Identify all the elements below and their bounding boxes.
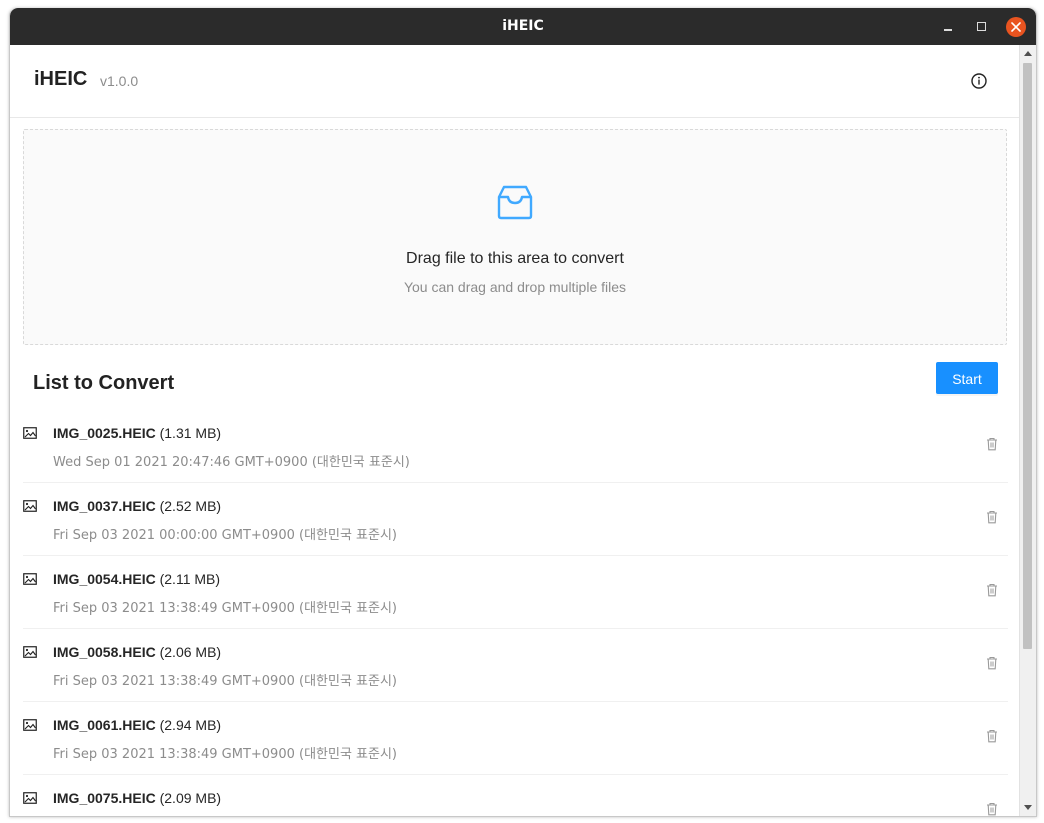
file-name: IMG_0061.HEIC [53,717,156,733]
file-date: Wed Sep 01 2021 20:47:46 GMT+0900 (대한민국 … [53,455,410,470]
scrollbar-thumb[interactable] [1023,63,1032,649]
file-size: (2.52 MB) [159,498,222,514]
list-item: IMG_0054.HEIC (2.11 MB) Fri Sep 03 2021 … [23,556,1008,629]
minimize-button[interactable] [938,17,958,37]
dropzone-text: Drag file to this area to convert [406,250,624,267]
file-name: IMG_0037.HEIC [53,498,156,514]
inbox-icon [497,185,533,220]
list-title: List to Convert [33,372,175,394]
window-title: iHEIC [502,18,544,34]
list-item: IMG_0037.HEIC (2.52 MB) Fri Sep 03 2021 … [23,483,1008,556]
trash-icon[interactable] [986,583,998,597]
info-button[interactable] [970,72,988,90]
file-list: IMG_0025.HEIC (1.31 MB) Wed Sep 01 2021 … [23,410,1008,816]
close-button[interactable] [1006,17,1026,37]
trash-icon[interactable] [986,729,998,743]
titlebar: iHEIC [10,8,1036,45]
app-version: v1.0.0 [100,73,139,89]
trash-icon[interactable] [986,656,998,670]
file-size: (1.31 MB) [159,425,222,441]
info-circle-icon [971,73,987,89]
start-button[interactable]: Start [936,362,998,394]
image-icon [23,427,37,439]
image-icon [23,792,37,804]
image-icon [23,646,37,658]
file-name: IMG_0054.HEIC [53,571,156,587]
vertical-scrollbar[interactable] [1019,45,1036,816]
file-size: (2.09 MB) [159,790,222,806]
file-name: IMG_0058.HEIC [53,644,156,660]
file-name: IMG_0075.HEIC [53,790,156,806]
list-item: IMG_0058.HEIC (2.06 MB) Fri Sep 03 2021 … [23,629,1008,702]
close-icon [1011,22,1021,32]
list-item: IMG_0061.HEIC (2.94 MB) Fri Sep 03 2021 … [23,702,1008,775]
scroll-up-arrow-icon[interactable] [1024,51,1032,56]
file-dropzone[interactable]: Drag file to this area to convert You ca… [23,129,1007,345]
scroll-down-arrow-icon[interactable] [1024,805,1032,810]
file-name: IMG_0025.HEIC [53,425,156,441]
trash-icon[interactable] [986,802,998,816]
dropzone-hint: You can drag and drop multiple files [403,279,627,295]
file-date: Fri Sep 03 2021 13:38:49 GMT+0900 (대한민국 … [53,674,397,689]
file-date: Fri Sep 03 2021 13:38:49 GMT+0900 (대한민국 … [53,747,397,762]
file-size: (2.94 MB) [159,717,222,733]
list-item: IMG_0025.HEIC (1.31 MB) Wed Sep 01 2021 … [23,410,1008,483]
maximize-button[interactable] [972,17,992,37]
main-content: iHEIC v1.0.0 Drag file to this area to c… [10,45,1020,816]
app-name: iHEIC [34,68,88,90]
app-header: iHEIC v1.0.0 [10,45,1020,118]
file-date: Fri Sep 03 2021 00:00:00 GMT+0900 (대한민국 … [53,528,397,543]
trash-icon[interactable] [986,437,998,451]
list-item: IMG_0075.HEIC (2.09 MB) [23,775,1008,816]
trash-icon[interactable] [986,510,998,524]
file-size: (2.06 MB) [159,644,222,660]
file-size: (2.11 MB) [159,571,221,587]
file-date: Fri Sep 03 2021 13:38:49 GMT+0900 (대한민국 … [53,601,397,616]
image-icon [23,719,37,731]
image-icon [23,573,37,585]
app-window: iHEIC iHEIC v1.0.0 Drag file to this are… [9,8,1037,817]
image-icon [23,500,37,512]
